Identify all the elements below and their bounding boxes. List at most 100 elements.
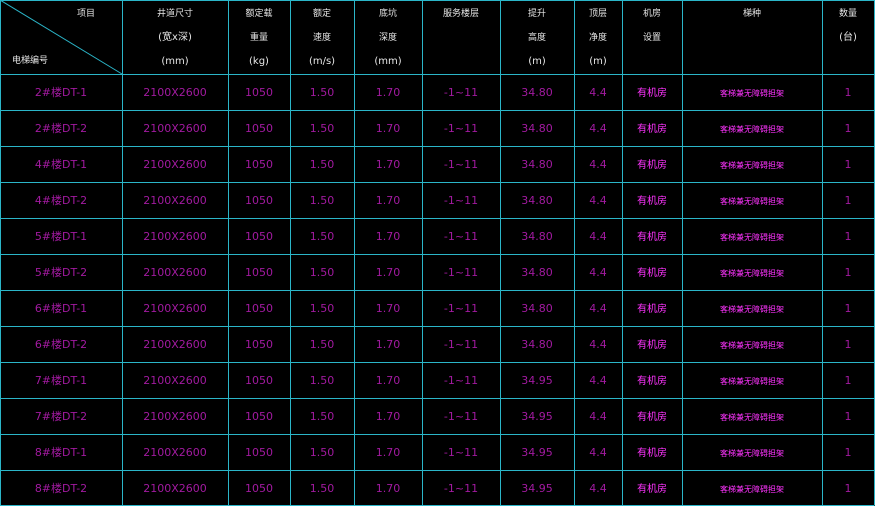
cell-shaft: 2100X2600 [143,482,207,495]
header-pit-line-0: 底坑 [379,7,397,19]
cell-machine: 有机房 [637,122,667,135]
cell-load: 1050 [245,482,273,495]
cell-speed: 1.50 [310,374,335,387]
cell-id: 8#楼DT-1 [35,445,87,459]
cell-type: 客梯兼无障碍担架 [720,412,784,422]
cell-floors: -1~11 [444,410,478,423]
cell-floors: -1~11 [444,158,478,171]
cell-rise: 34.80 [521,158,553,171]
cell-machine: 有机房 [637,194,667,207]
cell-load: 1050 [245,410,273,423]
cell-overhead: 4.4 [589,86,607,99]
cell-shaft: 2100X2600 [143,410,207,423]
cell-overhead: 4.4 [589,374,607,387]
cell-shaft: 2100X2600 [143,86,207,99]
header-type-line-0: 梯种 [743,7,761,19]
cell-pit: 1.70 [376,86,401,99]
cell-machine: 有机房 [637,374,667,387]
cell-type: 客梯兼无障碍担架 [720,160,784,170]
cell-shaft: 2100X2600 [143,158,207,171]
cell-qty: 1 [845,158,852,171]
cell-overhead: 4.4 [589,158,607,171]
cell-rise: 34.80 [521,122,553,135]
cell-type: 客梯兼无障碍担架 [720,268,784,278]
cell-type: 客梯兼无障碍担架 [720,376,784,386]
cell-type: 客梯兼无障碍担架 [720,88,784,98]
cell-machine: 有机房 [637,302,667,315]
header-shaft-line-0: 井道尺寸 [157,7,193,19]
cell-speed: 1.50 [310,122,335,135]
cell-load: 1050 [245,158,273,171]
cell-type: 客梯兼无障碍担架 [720,196,784,206]
cell-qty: 1 [845,446,852,459]
cell-overhead: 4.4 [589,230,607,243]
cell-id: 4#楼DT-1 [35,157,87,171]
cell-rise: 34.80 [521,302,553,315]
cell-qty: 1 [845,338,852,351]
cell-id: 4#楼DT-2 [35,193,87,207]
cell-load: 1050 [245,194,273,207]
header-rise-line-1: 高度 [528,31,546,43]
header-shaft-line-2: (mm) [161,56,188,67]
cell-id: 7#楼DT-2 [35,409,87,423]
cell-id: 6#楼DT-2 [35,337,87,351]
cell-rise: 34.80 [521,86,553,99]
cell-shaft: 2100X2600 [143,374,207,387]
cell-overhead: 4.4 [589,302,607,315]
cell-qty: 1 [845,230,852,243]
header-floors-line-0: 服务楼层 [443,7,479,19]
cell-speed: 1.50 [310,446,335,459]
cell-overhead: 4.4 [589,446,607,459]
header-shaft-line-1: (宽x深) [158,30,192,43]
header-rise-line-2: (m) [528,56,546,67]
cell-type: 客梯兼无障碍担架 [720,124,784,134]
header-overhead-line-1: 净度 [589,31,607,43]
cell-floors: -1~11 [444,230,478,243]
cell-speed: 1.50 [310,338,335,351]
cell-floors: -1~11 [444,86,478,99]
cell-rise: 34.95 [521,446,553,459]
cell-machine: 有机房 [637,86,667,99]
cell-type: 客梯兼无障碍担架 [720,448,784,458]
cell-pit: 1.70 [376,410,401,423]
cell-floors: -1~11 [444,122,478,135]
cell-type: 客梯兼无障碍担架 [720,304,784,314]
header-qty-line-0: 数量 [839,7,857,19]
cell-id: 5#楼DT-2 [35,265,87,279]
cell-pit: 1.70 [376,194,401,207]
cell-pit: 1.70 [376,158,401,171]
header-load-line-2: (kg) [249,56,269,67]
cell-overhead: 4.4 [589,194,607,207]
header-overhead-line-2: (m) [589,56,607,67]
cell-load: 1050 [245,338,273,351]
cell-id: 7#楼DT-1 [35,373,87,387]
cell-id: 2#楼DT-2 [35,121,87,135]
cell-machine: 有机房 [637,158,667,171]
cell-speed: 1.50 [310,230,335,243]
cell-floors: -1~11 [444,446,478,459]
cell-id: 2#楼DT-1 [35,85,87,99]
cell-shaft: 2100X2600 [143,194,207,207]
cell-pit: 1.70 [376,482,401,495]
cell-overhead: 4.4 [589,122,607,135]
cell-machine: 有机房 [637,338,667,351]
cell-qty: 1 [845,374,852,387]
canvas-background [0,0,875,506]
cell-floors: -1~11 [444,482,478,495]
cell-pit: 1.70 [376,338,401,351]
cell-qty: 1 [845,86,852,99]
cell-pit: 1.70 [376,374,401,387]
cell-qty: 1 [845,122,852,135]
cell-load: 1050 [245,374,273,387]
header-machine-line-0: 机房 [643,7,661,19]
cell-qty: 1 [845,302,852,315]
cell-type: 客梯兼无障碍担架 [720,232,784,242]
cell-machine: 有机房 [637,230,667,243]
cell-qty: 1 [845,266,852,279]
cell-type: 客梯兼无障碍担架 [720,484,784,494]
cell-load: 1050 [245,86,273,99]
cell-id: 5#楼DT-1 [35,229,87,243]
cell-overhead: 4.4 [589,266,607,279]
cell-shaft: 2100X2600 [143,302,207,315]
cell-qty: 1 [845,194,852,207]
